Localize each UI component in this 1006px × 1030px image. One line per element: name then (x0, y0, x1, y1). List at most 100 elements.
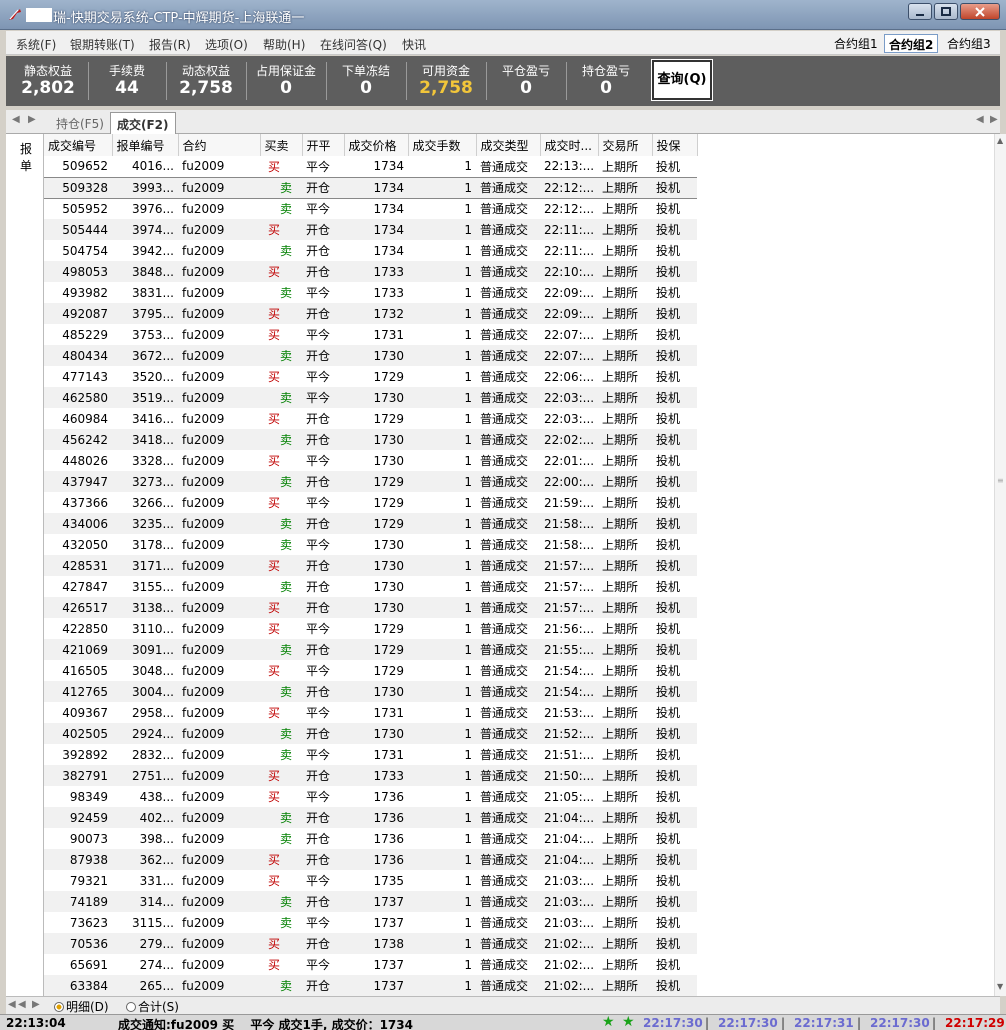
cell-open-close: 平今 (306, 622, 331, 636)
scroll-down-icon[interactable]: ▼ (997, 982, 1003, 991)
bottom-scroll-right-icon[interactable]: ▶ (32, 999, 40, 1010)
menu-news[interactable]: 快讯 (402, 36, 426, 53)
table-row[interactable]: 493982 3831... fu2009 卖平今 1733 1 普通成交 22:09:...… (44, 282, 697, 303)
table-row[interactable]: 90073 398... fu2009 卖开仓 1736 1 普通成交 21:04:... 上期… (44, 828, 697, 849)
summary-radio[interactable]: 合计(S) (126, 998, 179, 1015)
table-row[interactable]: 460984 3416... fu2009 买 开仓 1729 1 普通成交 22:03:...… (44, 408, 697, 429)
cell-trade-type: 普通成交 (480, 706, 529, 720)
table-row[interactable]: 504754 3942... fu2009 卖开仓 1734 1 普通成交 22:11:...… (44, 240, 697, 261)
trades-table: 成交编号 报单编号 合约 买卖 开平 成交价格 成交手数 成交类型 成交时...… (44, 134, 698, 996)
cell-exchange: 上期所 (602, 811, 639, 825)
table-row[interactable]: 416505 3048... fu2009 买 平今 1729 1 普通成交 21:54:...… (44, 660, 697, 681)
col-price[interactable]: 成交价格 (344, 134, 409, 156)
table-row[interactable]: 509652 4016... fu2009 买 平今 1734 1 普通成交 22:13:...… (44, 156, 697, 177)
table-row[interactable]: 92459 402... fu2009 卖开仓 1736 1 普通成交 21:04:... 上期… (44, 807, 697, 828)
minimize-button[interactable] (908, 3, 932, 20)
cell-open-close: 开仓 (306, 895, 331, 909)
col-trade-id[interactable]: 成交编号 (44, 134, 113, 156)
tab-scroll-left-icon[interactable]: ◀ (12, 114, 20, 125)
table-row[interactable]: 432050 3178... fu2009 卖平今 1730 1 普通成交 21:58:...… (44, 534, 697, 555)
menu-report[interactable]: 报告(R) (149, 36, 191, 53)
cell-price: 1731 (373, 747, 404, 762)
table-row[interactable]: 505444 3974... fu2009 买 开仓 1734 1 普通成交 22:11:...… (44, 219, 697, 240)
table-row[interactable]: 434006 3235... fu2009 卖开仓 1729 1 普通成交 21:58:...… (44, 513, 697, 534)
table-row[interactable]: 422850 3110... fu2009 买 平今 1729 1 普通成交 21:56:...… (44, 618, 697, 639)
scroll-thumb-grip-icon[interactable]: ≡ (997, 476, 1004, 485)
cell-direction: 买 (268, 496, 281, 510)
table-row[interactable]: 421069 3091... fu2009 卖开仓 1729 1 普通成交 21:55:...… (44, 639, 697, 660)
table-row[interactable]: 65691 274... fu2009 买 平今 1737 1 普通成交 21:02:... 上期… (44, 954, 697, 975)
cell-contract: fu2009 (182, 558, 225, 573)
table-row[interactable]: 98349 438... fu2009 买 平今 1736 1 普通成交 21:05:... 上期… (44, 786, 697, 807)
table-row[interactable]: 456242 3418... fu2009 卖开仓 1730 1 普通成交 22:02:...… (44, 429, 697, 450)
cell-trade-type: 普通成交 (480, 496, 529, 510)
cell-trade-time: 22:00:... (544, 474, 595, 489)
col-hedge-flag[interactable]: 投保 (652, 134, 698, 156)
col-trade-type[interactable]: 成交类型 (476, 134, 541, 156)
cell-exchange: 上期所 (602, 307, 639, 321)
table-row[interactable]: 426517 3138... fu2009 买 开仓 1730 1 普通成交 21:57:...… (44, 597, 697, 618)
table-row[interactable]: 437366 3266... fu2009 买 平今 1729 1 普通成交 21:59:...… (44, 492, 697, 513)
table-row[interactable]: 382791 2751... fu2009 买 开仓 1733 1 普通成交 21:50:...… (44, 765, 697, 786)
table-row[interactable]: 498053 3848... fu2009 买 开仓 1733 1 普通成交 22:10:...… (44, 261, 697, 282)
menu-bank-transfer[interactable]: 银期转账(T) (70, 36, 135, 53)
table-row[interactable]: 392892 2832... fu2009 卖平今 1731 1 普通成交 21:51:...… (44, 744, 697, 765)
stat-dynamic-equity: 动态权益 2,758 (179, 64, 233, 98)
tab-trades[interactable]: 成交(F2) (110, 112, 176, 134)
tab-positions[interactable]: 持仓(F5) (50, 112, 110, 134)
menu-online-qa[interactable]: 在线问答(Q) (320, 36, 387, 53)
col-order-id[interactable]: 报单编号 (112, 134, 179, 156)
table-row[interactable]: 437947 3273... fu2009 卖开仓 1729 1 普通成交 22:00:...… (44, 471, 697, 492)
contract-group-3-tab[interactable]: 合约组3 (943, 34, 995, 53)
contract-group-1-tab[interactable]: 合约组1 (830, 34, 882, 53)
table-row[interactable]: 428531 3171... fu2009 买 开仓 1730 1 普通成交 21:57:...… (44, 555, 697, 576)
stat-close-pnl: 平仓盈亏 0 (501, 64, 550, 98)
bottom-scroll-prev-icon[interactable]: ◀ (18, 999, 26, 1010)
cell-trade-time: 22:09:... (544, 285, 595, 300)
menu-help[interactable]: 帮助(H) (263, 36, 305, 53)
detail-radio[interactable]: 明细(D) (54, 998, 109, 1015)
table-row[interactable]: 485229 3753... fu2009 买 平今 1731 1 普通成交 22:07:...… (44, 324, 697, 345)
table-row[interactable]: 477143 3520... fu2009 买 平今 1729 1 普通成交 22:06:...… (44, 366, 697, 387)
table-row[interactable]: 74189 314... fu2009 卖开仓 1737 1 普通成交 21:03:... 上期… (44, 891, 697, 912)
vertical-scrollbar[interactable]: ▲ ≡ ▼ (994, 134, 1006, 996)
tab-scroll-right-icon[interactable]: ▶ (28, 114, 36, 125)
cell-trade-time: 21:57:... (544, 558, 595, 573)
table-row[interactable]: 73623 3115... fu2009 卖平今 1737 1 普通成交 21:03:... 上… (44, 912, 697, 933)
table-row[interactable]: 462580 3519... fu2009 卖平今 1730 1 普通成交 22:03:...… (44, 387, 697, 408)
col-exchange[interactable]: 交易所 (598, 134, 653, 156)
table-row[interactable]: 505952 3976... fu2009 卖平今 1734 1 普通成交 22:12:...… (44, 198, 697, 219)
menu-options[interactable]: 选项(O) (205, 36, 248, 53)
table-row[interactable]: 412765 3004... fu2009 卖开仓 1730 1 普通成交 21:54:...… (44, 681, 697, 702)
table-row[interactable]: 63384 265... fu2009 卖开仓 1737 1 普通成交 21:02:... 上期… (44, 975, 697, 996)
table-row[interactable]: 480434 3672... fu2009 卖开仓 1730 1 普通成交 22:07:...… (44, 345, 697, 366)
col-contract[interactable]: 合约 (178, 134, 261, 156)
pane-scroll-left-icon[interactable]: ◀ (976, 114, 984, 125)
pane-scroll-right-icon[interactable]: ▶ (990, 114, 998, 125)
table-row[interactable]: 409367 2958... fu2009 买 平今 1731 1 普通成交 21:53:...… (44, 702, 697, 723)
maximize-button[interactable] (934, 3, 958, 20)
scroll-up-icon[interactable]: ▲ (997, 136, 1003, 145)
col-open-close[interactable]: 开平 (302, 134, 345, 156)
query-button[interactable]: 查询(Q) (651, 59, 713, 101)
status-separator: | (857, 1016, 862, 1030)
table-row[interactable]: 492087 3795... fu2009 买 开仓 1732 1 普通成交 22:09:...… (44, 303, 697, 324)
close-button[interactable] (960, 3, 1000, 20)
col-trade-time[interactable]: 成交时... (540, 134, 599, 156)
table-row[interactable]: 87938 362... fu2009 买 开仓 1736 1 普通成交 21:04:... 上期… (44, 849, 697, 870)
table-row[interactable]: 70536 279... fu2009 买 开仓 1738 1 普通成交 21:02:... 上期… (44, 933, 697, 954)
bottom-scroll-left-icon[interactable]: ◀ (8, 999, 16, 1010)
col-direction[interactable]: 买卖 (260, 134, 303, 156)
table-row[interactable]: 79321 331... fu2009 买 平今 1735 1 普通成交 21:03:... 上期… (44, 870, 697, 891)
table-row[interactable]: 448026 3328... fu2009 买 平今 1730 1 普通成交 22:01:...… (44, 450, 697, 471)
cell-trade-id: 412765 (62, 684, 108, 699)
table-row[interactable]: 402505 2924... fu2009 卖开仓 1730 1 普通成交 21:52:...… (44, 723, 697, 744)
cell-order-id: 3974... (132, 222, 174, 237)
table-row[interactable]: 509328 3993... fu2009 卖开仓 1734 1 普通成交 22:12:...… (44, 176, 697, 199)
cell-trade-id: 422850 (62, 621, 108, 636)
table-row[interactable]: 427847 3155... fu2009 卖开仓 1730 1 普通成交 21:57:...… (44, 576, 697, 597)
cell-direction: 卖 (280, 349, 293, 363)
contract-group-2-tab[interactable]: 合约组2 (884, 34, 939, 53)
menu-system[interactable]: 系统(F) (16, 36, 56, 53)
col-volume[interactable]: 成交手数 (408, 134, 477, 156)
